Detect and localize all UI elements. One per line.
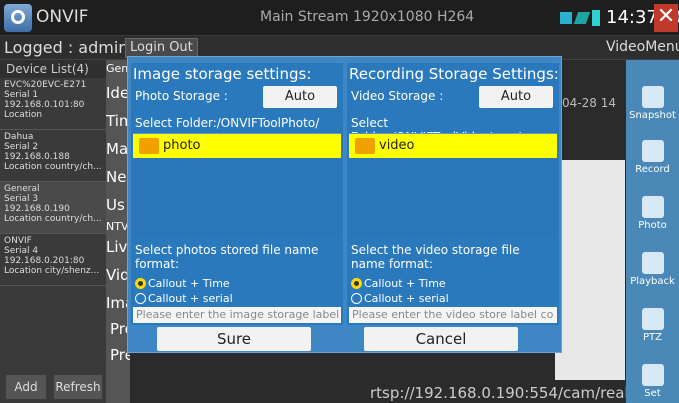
device-serial: Serial 2	[4, 142, 39, 152]
video-label-input[interactable]: Please enter the video store label co	[349, 307, 557, 323]
photo-storage-label: Photo Storage :	[135, 89, 228, 103]
device-actions: Add Refresh	[0, 370, 106, 403]
photo-label: Photo	[638, 220, 667, 231]
photo-folder-list[interactable]: photo	[133, 133, 341, 237]
status-icons	[560, 8, 600, 28]
network-icon	[573, 12, 591, 24]
camera-icon	[641, 86, 664, 108]
device-name: ONVIF	[4, 236, 32, 246]
playback-button[interactable]: Playback	[626, 246, 679, 308]
device-ip: 192.168.0.101:80	[4, 100, 85, 110]
option-label: Callout + Time	[364, 277, 446, 290]
photo-icon	[641, 196, 664, 218]
option-label: Callout + serial	[364, 292, 449, 305]
video-menu-tab[interactable]: VideoMenu	[606, 39, 679, 55]
photo-storage-auto-button[interactable]: Auto	[263, 86, 337, 108]
device-ip: 192.168.0.188	[4, 152, 70, 162]
folder-name: photo	[163, 138, 201, 153]
close-button[interactable]: ✕	[654, 4, 678, 32]
sure-button[interactable]: Sure	[157, 327, 311, 351]
refresh-button[interactable]: Refresh	[54, 375, 102, 399]
device-list-header: Device List(4)	[0, 60, 106, 78]
video-storage-title: Recording Storage Settings:	[349, 65, 559, 83]
video-scene	[555, 160, 625, 380]
snapshot-button[interactable]: Snapshot	[626, 80, 679, 142]
folder-item-photo[interactable]: photo	[133, 134, 341, 158]
record-icon	[641, 140, 664, 162]
photo-folder-path: Select Folder:/ONVIFToolPhoto/	[135, 116, 320, 130]
video-storage-panel: Recording Storage Settings: Video Storag…	[347, 63, 559, 325]
status-bar: ONVIF Main Stream 1920x1080 H264 14:37:3…	[0, 0, 679, 36]
device-location: Location country/ch...	[4, 214, 102, 224]
image-label-input[interactable]: Please enter the image storage label	[133, 307, 341, 323]
radio-selected-icon	[135, 278, 146, 289]
video-storage-label: Video Storage :	[351, 89, 444, 103]
battery-icon	[592, 10, 600, 26]
video-timestamp: 04-28 14	[562, 96, 616, 110]
device-serial: Serial 1	[4, 90, 39, 100]
record-button[interactable]: Record	[626, 134, 679, 196]
device-location: Location	[4, 110, 43, 120]
device-serial: Serial 4	[4, 246, 39, 256]
device-location: Location country/ch...	[4, 162, 102, 172]
video-option-time[interactable]: Callout + Time	[351, 277, 446, 291]
device-item[interactable]: EVC%20EVC-E271 Serial 1 192.168.0.101:80…	[0, 78, 106, 130]
device-location: Location city/shenz...	[4, 266, 100, 276]
photo-option-serial[interactable]: Callout + serial	[135, 292, 233, 306]
video-format-label: Select the video storage file name forma…	[351, 243, 520, 271]
ptz-button[interactable]: PTZ	[626, 302, 679, 364]
radio-icon	[351, 293, 362, 304]
device-serial: Serial 3	[4, 194, 39, 204]
add-device-button[interactable]: Add	[6, 375, 46, 399]
option-label: Callout + serial	[148, 292, 233, 305]
device-name: General	[4, 184, 40, 194]
device-ip: 192.168.0.201:80	[4, 256, 85, 266]
cancel-button[interactable]: Cancel	[364, 327, 518, 351]
photo-option-time[interactable]: Callout + Time	[135, 277, 230, 291]
stream-info: Main Stream 1920x1080 H264	[260, 9, 475, 25]
playback-icon	[641, 252, 664, 274]
right-toolbar: Snapshot Record Photo Playback PTZ Set	[626, 60, 679, 403]
video-option-serial[interactable]: Callout + serial	[351, 292, 449, 306]
device-ip: 192.168.0.190	[4, 204, 70, 214]
device-name: EVC%20EVC-E271	[4, 80, 87, 90]
logged-in-label: Logged : admin	[4, 38, 129, 57]
video-folder-list[interactable]: video	[349, 133, 557, 237]
set-label: Set	[644, 388, 661, 399]
onvif-logo-icon	[4, 4, 32, 32]
playback-label: Playback	[630, 276, 675, 287]
folder-item-video[interactable]: video	[349, 134, 557, 158]
image-storage-title: Image storage settings:	[133, 65, 312, 83]
folder-icon	[139, 138, 159, 154]
image-storage-panel: Image storage settings: Photo Storage : …	[131, 63, 343, 325]
device-list: Device List(4) EVC%20EVC-E271 Serial 1 1…	[0, 60, 106, 370]
radio-selected-icon	[351, 278, 362, 289]
app-title: ONVIF	[36, 7, 89, 27]
option-label: Callout + Time	[148, 277, 230, 290]
folder-icon	[355, 138, 375, 154]
radio-icon	[135, 293, 146, 304]
folder-name: video	[379, 138, 415, 153]
snapshot-label: Snapshot	[629, 110, 676, 121]
set-button[interactable]: Set	[626, 358, 679, 403]
photo-button[interactable]: Photo	[626, 190, 679, 252]
device-name: Dahua	[4, 132, 34, 142]
device-item[interactable]: Dahua Serial 2 192.168.0.188 Location co…	[0, 130, 106, 182]
device-item[interactable]: ONVIF Serial 4 192.168.0.201:80 Location…	[0, 234, 106, 286]
logout-button[interactable]: Login Out	[125, 38, 198, 58]
wifi-icon	[560, 12, 572, 24]
settings-icon	[641, 364, 664, 386]
photo-format-label: Select photos stored file name format:	[135, 243, 319, 271]
video-storage-auto-button[interactable]: Auto	[479, 86, 553, 108]
device-item-selected[interactable]: General Serial 3 192.168.0.190 Location …	[0, 182, 106, 234]
ptz-icon	[641, 308, 664, 330]
storage-settings-dialog: Image storage settings: Photo Storage : …	[127, 56, 562, 353]
record-label: Record	[635, 164, 670, 175]
ptz-label: PTZ	[643, 332, 662, 343]
